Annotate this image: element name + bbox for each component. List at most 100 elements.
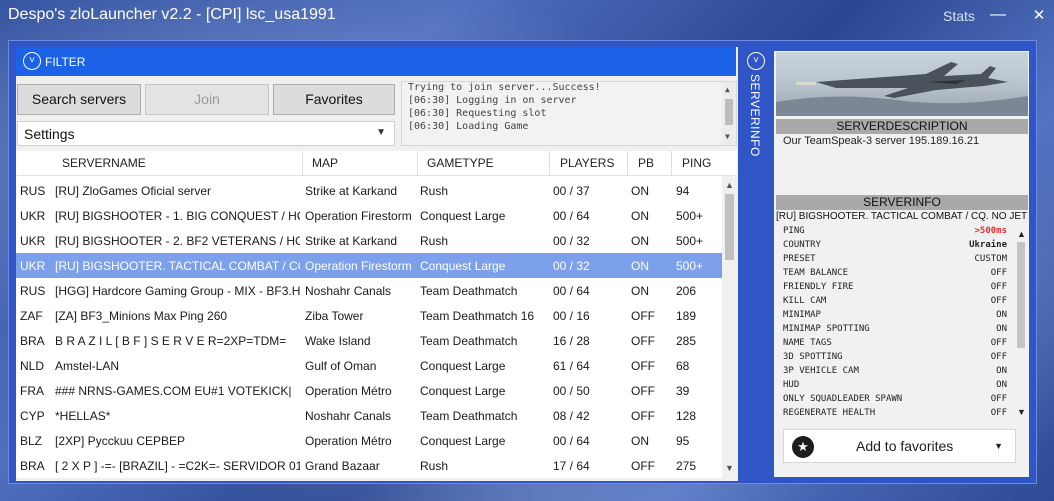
cell-pb: ON [631,259,649,273]
serverinfo-tab-label[interactable]: SERVERINFO [748,74,762,157]
cell-gametype: Team Deathmatch [420,284,518,298]
scroll-thumb[interactable] [725,99,733,125]
search-servers-button[interactable]: Search servers [17,84,141,115]
table-row[interactable]: ZAF [ZA] BF3_Minions Max Ping 260 Ziba Tow… [16,303,722,328]
cell-gametype: Team Deathmatch 16 [420,309,535,323]
info-key: COUNTRY [783,240,821,250]
cell-pb: OFF [631,334,655,348]
cell-gametype: Conquest Large [420,359,506,373]
cell-country: UKR [20,209,46,223]
table-row[interactable]: BRA B R A Z I L [ B F ] S E R V E R=2XP=T… [16,328,722,353]
info-key: MINIMAP SPOTTING [783,324,870,334]
cell-map: Operation Firestorm [305,209,412,223]
cell-pb: ON [631,209,649,223]
table-row[interactable]: UKR [RU] BIGSHOOTER - 1. BIG CONQUEST / H… [16,203,722,228]
scroll-down-icon[interactable]: ▼ [725,132,730,141]
cell-country: BLZ [20,434,43,448]
column-players[interactable]: PLAYERS [560,156,614,170]
cell-country: UKR [20,234,46,248]
scroll-down-icon[interactable]: ▼ [1017,407,1026,417]
cell-servername: [ 2 X P ] -=- [BRAZIL] - =C2K=- SERVIDOR… [55,459,300,473]
info-value: OFF [990,268,1007,278]
table-row[interactable]: BRA [ 2 X P ] -=- [BRAZIL] - =C2K=- SERVI… [16,453,722,478]
scroll-thumb[interactable] [1017,242,1025,348]
cell-pb: ON [631,434,649,448]
cell-gametype: Rush [420,234,449,248]
chevron-down-circle-icon[interactable]: ˅ [23,52,41,70]
cell-map: Ziba Tower [305,309,364,323]
cell-players: 00 / 37 [553,184,590,198]
join-button[interactable]: Join [145,84,269,115]
cell-players: 08 / 42 [553,409,590,423]
server-banner-image [776,52,1028,116]
add-to-favorites-button[interactable]: ★ Add to favorites ▼ [783,429,1016,463]
cell-gametype: Rush [420,459,449,473]
stats-button[interactable]: Stats [943,8,975,24]
filter-label: FILTER [45,55,86,69]
table-row[interactable]: FRA ### NRNS-GAMES.COM EU#1 VOTEKICK| Oper… [16,378,722,403]
cell-servername: [RU] BIGSHOOTER - 1. BIG CONQUEST / HC [55,209,300,223]
table-row[interactable]: BLZ [2XP] Pycckuu CEPBEP Operation Métro Co… [16,428,722,453]
cell-map: Wake Island [305,334,371,348]
table-row[interactable]: NLD Amstel-LAN Gulf of Oman Conquest Large 6… [16,353,722,378]
cell-servername: [2XP] Pycckuu CEPBEP [55,434,186,448]
cell-country: RUS [20,184,46,198]
scroll-down-icon[interactable]: ▼ [725,463,734,473]
column-servername[interactable]: SERVERNAME [62,156,146,170]
info-value: CUSTOM [974,254,1007,264]
chevron-left-circle-icon[interactable]: ˅ [747,52,765,70]
cell-pb: OFF [631,384,655,398]
chevron-down-icon[interactable]: ▼ [994,441,1003,451]
scroll-up-icon[interactable]: ▲ [725,85,730,94]
info-row: MINIMAP ON [783,309,1007,323]
cell-ping: 500+ [676,234,704,248]
column-pb[interactable]: PB [638,156,654,170]
info-value: ON [996,380,1007,390]
table-scrollbar[interactable]: ▲ ▼ [722,176,737,478]
table-row[interactable]: RUS [RU] ZloGames Oficial server Strike at… [16,178,722,203]
cell-country: FRA [20,384,44,398]
info-value: OFF [990,296,1007,306]
log-scrollbar[interactable]: ▲ ▼ [722,82,736,145]
table-row[interactable]: CYP *HELLAS* Noshahr Canals Team Deathmatch… [16,403,722,428]
cell-map: Grand Bazaar [305,459,380,473]
column-gametype[interactable]: GAMETYPE [427,156,494,170]
cell-map: Noshahr Canals [305,284,392,298]
status-log: Trying to join server...Success! [06:30]… [401,81,737,146]
close-icon[interactable]: ✕ [1029,6,1049,24]
scroll-up-icon[interactable]: ▲ [725,180,734,190]
table-row[interactable]: UKR [RU] BIGSHOOTER - 2. BF2 VETERANS / H… [16,228,722,253]
cell-players: 00 / 32 [553,259,590,273]
table-row[interactable]: RUS [HGG] Hardcore Gaming Group - MIX - B… [16,278,722,303]
serverinfo-scrollbar[interactable]: ▲ ▼ [1014,229,1028,419]
settings-select[interactable]: Settings ▼ [17,121,395,146]
cell-ping: 500+ [676,209,704,223]
cell-servername: [HGG] Hardcore Gaming Group - MIX - BF3.… [55,284,300,298]
column-ping[interactable]: PING [682,156,711,170]
favorites-button[interactable]: Favorites [273,84,395,115]
info-row: NAME TAGS OFF [783,337,1007,351]
column-map[interactable]: MAP [312,156,338,170]
cell-map: Operation Métro [305,384,392,398]
info-key: KILL CAM [783,296,827,306]
info-key: 3D SPOTTING [783,352,843,362]
filter-bar[interactable]: ˅ FILTER [16,47,736,76]
cell-pb: ON [631,234,649,248]
star-add-icon: ★ [792,436,814,458]
cell-ping: 206 [676,284,697,298]
chevron-down-icon: ▼ [376,127,386,138]
cell-ping: 189 [676,309,697,323]
info-row: HUD ON [783,379,1007,393]
cell-ping: 39 [676,384,690,398]
cell-gametype: Conquest Large [420,209,506,223]
table-row[interactable]: UKR [RU] BIGSHOOTER. TACTICAL COMBAT / CQ… [16,253,722,278]
info-value: ON [996,324,1007,334]
cell-players: 00 / 32 [553,234,590,248]
log-line: Trying to join server...Success! [408,82,601,93]
scroll-thumb[interactable] [725,194,734,260]
info-key: REGENERATE HEALTH [783,408,876,418]
scroll-up-icon[interactable]: ▲ [1017,229,1026,239]
minimize-icon[interactable]: — [988,6,1008,24]
info-value: >500ms [974,226,1007,236]
serverinfo-header: SERVERINFO [776,195,1028,210]
